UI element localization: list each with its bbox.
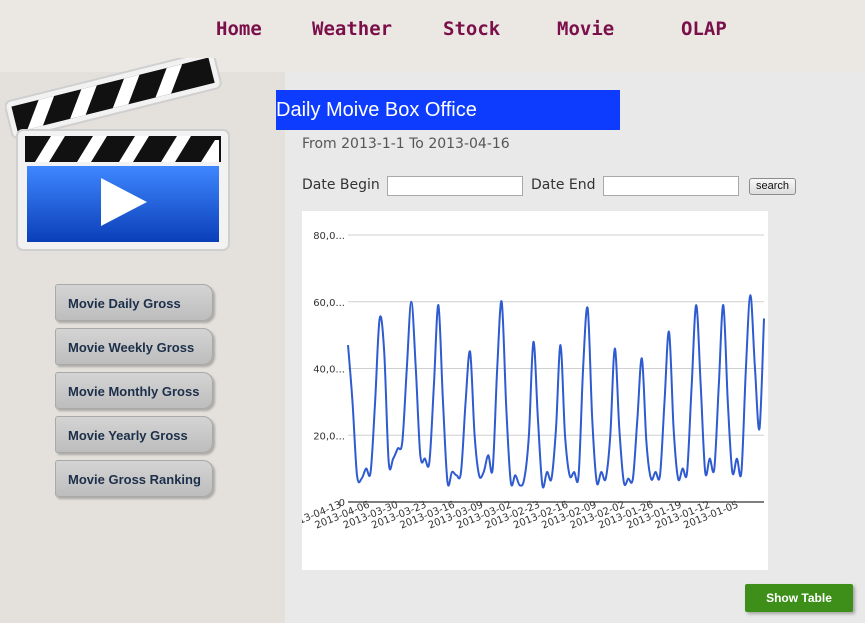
show-table-button[interactable]: Show Table <box>745 584 853 612</box>
date-begin-input[interactable] <box>387 176 523 196</box>
y-tick-label: 60,0... <box>313 298 345 309</box>
sidebar-item-gross-ranking[interactable]: Movie Gross Ranking <box>55 460 213 497</box>
sidebar-item-monthly-gross[interactable]: Movie Monthly Gross <box>55 372 213 409</box>
nav-stock[interactable]: Stock <box>443 18 500 40</box>
movie-clapperboard-play-icon <box>5 58 230 251</box>
sidebar-item-daily-gross[interactable]: Movie Daily Gross <box>55 284 213 321</box>
sidebar-item-yearly-gross[interactable]: Movie Yearly Gross <box>55 416 213 453</box>
nav-olap[interactable]: OLAP <box>681 18 727 40</box>
series-line <box>347 294 765 489</box>
chart-container: 0 20,0... 40,0... 60,0... 80,0... 2013-04-13 2… <box>285 211 768 570</box>
y-tick-label: 80,0... <box>313 231 345 242</box>
sidebar-item-weekly-gross[interactable]: Movie Weekly Gross <box>55 328 213 365</box>
date-begin-label: Date Begin <box>302 177 380 193</box>
date-range-subtitle: From 2013-1-1 To 2013-04-16 <box>302 136 510 152</box>
box-office-line-chart: 020,0...40,0...60,0...80,0...2013-04-132… <box>285 231 765 532</box>
nav-weather[interactable]: Weather <box>312 18 392 40</box>
y-tick-label: 20,0... <box>313 431 345 442</box>
y-tick-label: 40,0... <box>313 365 345 376</box>
search-button[interactable]: search <box>749 178 796 195</box>
date-end-input[interactable] <box>603 176 739 196</box>
nav-home[interactable]: Home <box>216 18 262 40</box>
date-end-label: Date End <box>531 177 596 193</box>
nav-movie[interactable]: Movie <box>557 18 614 40</box>
page-title: Daily Moive Box Office <box>276 90 620 130</box>
